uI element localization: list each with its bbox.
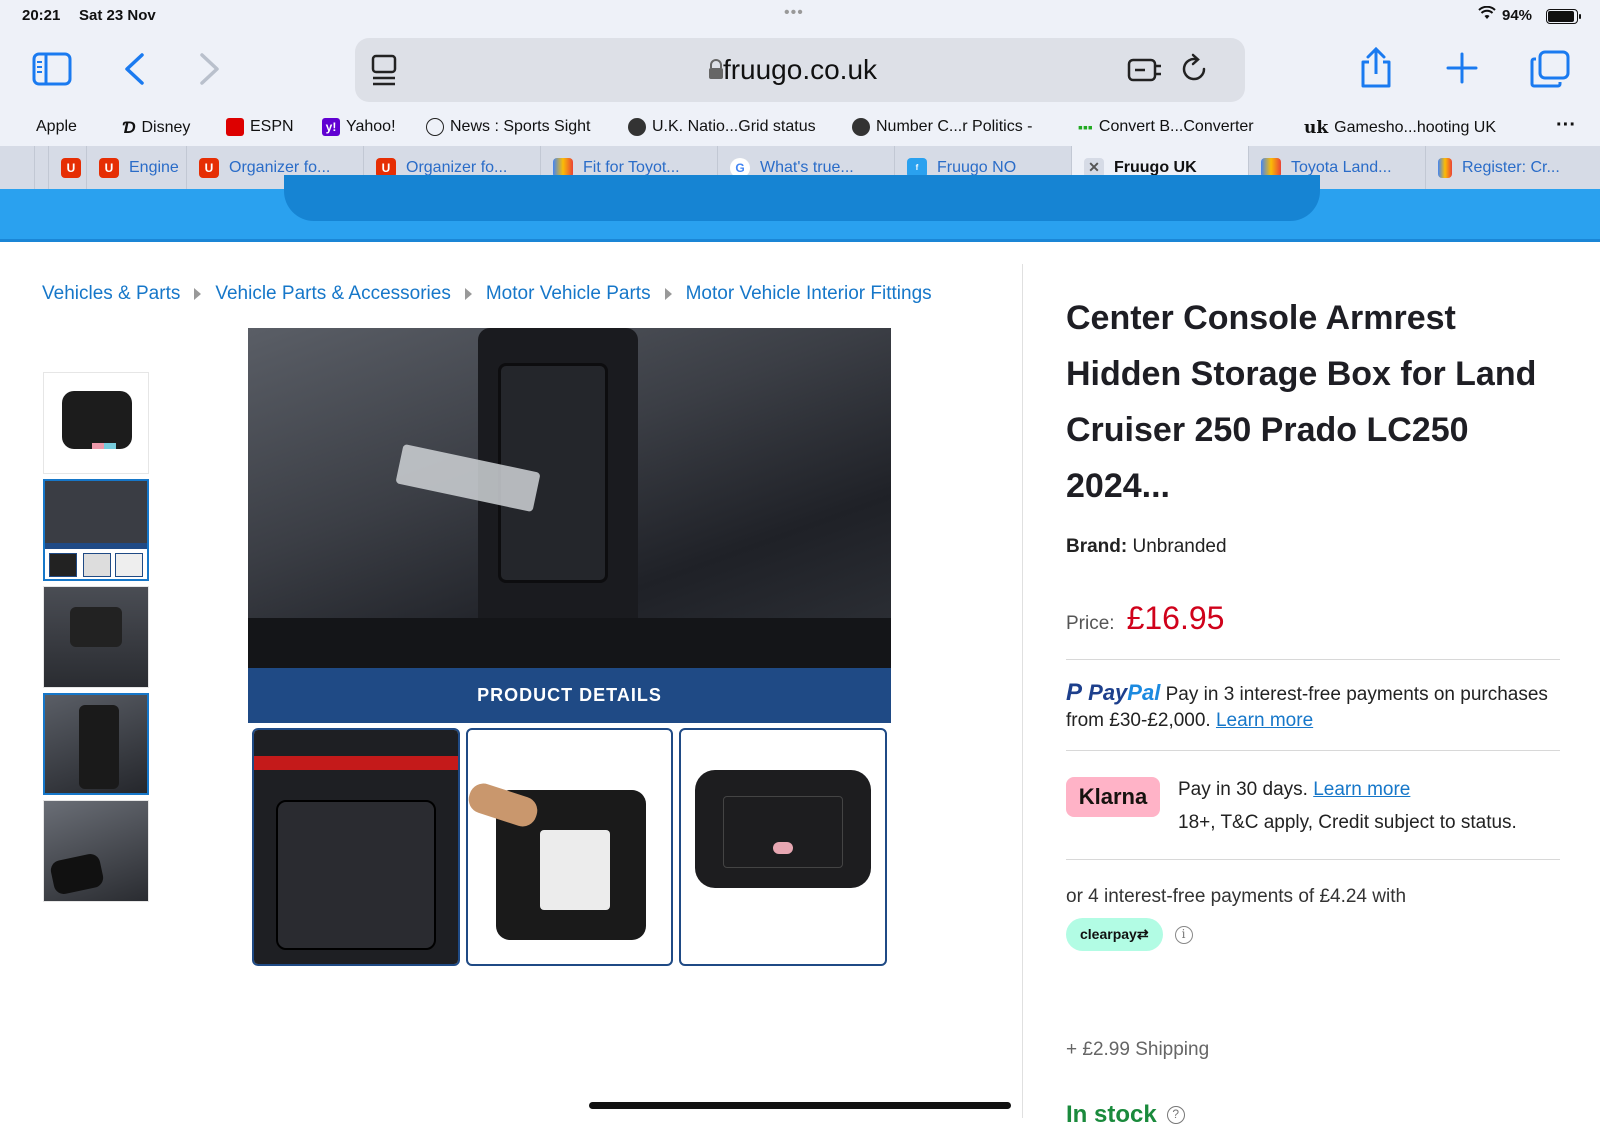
klarna-text: Pay in 30 days. Learn more 18+, T&C appl… <box>1178 779 1517 833</box>
clearpay-text: or 4 interest-free payments of £4.24 wit… <box>1066 886 1407 907</box>
tab-engine[interactable]: U Engine <box>86 146 186 189</box>
site-header <box>0 175 1600 242</box>
breadcrumb-link[interactable]: Vehicles & Parts <box>42 283 180 305</box>
disney-icon: Ɗ <box>122 118 136 137</box>
shipping-cost: + £2.99 Shipping <box>1066 1039 1210 1060</box>
product-main-image[interactable]: PRODUCT DETAILS <box>248 328 891 968</box>
price-row: Price: £16.95 <box>1066 600 1560 637</box>
brand-label: Brand: <box>1066 536 1128 557</box>
clearpay-offer: or 4 interest-free payments of £4.24 wit… <box>1066 860 1560 951</box>
shopping-bag-icon <box>1438 157 1452 178</box>
product-title: Center Console Armrest Hidden Storage Bo… <box>1066 299 1537 505</box>
battery-icon <box>1546 9 1581 24</box>
multitasking-dots-icon[interactable]: ••• <box>784 4 804 22</box>
product-details-banner: PRODUCT DETAILS <box>248 668 891 723</box>
fav-gameshooting[interactable]: uk Gamesho...hooting UK <box>1304 118 1496 138</box>
price-label: Price: <box>1066 613 1115 634</box>
info-icon[interactable]: i <box>1174 925 1193 944</box>
brand-value[interactable]: Unbranded <box>1133 536 1227 557</box>
aliexpress-icon: U <box>61 157 81 178</box>
thumbnail-3[interactable] <box>43 586 149 688</box>
espn-icon <box>226 118 244 136</box>
product-photo <box>248 328 891 668</box>
forward-icon[interactable] <box>198 52 222 86</box>
aliexpress-icon: U <box>99 157 119 178</box>
klarna-logo: Klarna <box>1066 777 1160 817</box>
site-search-bar[interactable] <box>284 175 1320 221</box>
thumbnail-5[interactable] <box>43 800 149 902</box>
product-info: Center Console Armrest Hidden Storage Bo… <box>1066 290 1560 1129</box>
stock-status: In stock ? <box>1066 1101 1560 1129</box>
chevron-right-icon <box>464 288 472 300</box>
reload-icon[interactable] <box>1181 53 1209 85</box>
url-text[interactable]: fruugo.co.uk <box>355 54 1245 86</box>
fav-politics[interactable]: Number C...r Politics - <box>852 118 1032 136</box>
site-icon <box>628 118 646 136</box>
brand-row: Brand: Unbranded <box>1066 536 1560 558</box>
share-icon[interactable] <box>1358 46 1394 90</box>
status-bar: 20:21 Sat 23 Nov ••• 94% <box>0 0 1600 30</box>
globe-icon <box>426 118 444 136</box>
breadcrumb: Vehicles & Parts Vehicle Parts & Accesso… <box>42 283 932 305</box>
tab-register[interactable]: Register: Cr... <box>1425 146 1600 189</box>
thumbnail-list <box>43 372 149 907</box>
thumbnail-4[interactable] <box>43 693 149 795</box>
thumbnail-1[interactable] <box>43 372 149 474</box>
price-value: £16.95 <box>1126 600 1225 636</box>
detail-panel-3 <box>679 728 888 966</box>
breadcrumb-link[interactable]: Vehicle Parts & Accessories <box>215 283 451 305</box>
detail-panel-1 <box>252 728 460 966</box>
fav-news[interactable]: News : Sports Sight <box>426 118 591 136</box>
thumbnail-2[interactable] <box>43 479 149 581</box>
fav-yahoo[interactable]: y! Yahoo! <box>322 118 396 136</box>
tabs-overview-icon[interactable] <box>1530 50 1570 88</box>
address-bar[interactable]: fruugo.co.uk <box>355 38 1245 102</box>
date: Sat 23 Nov <box>79 7 156 24</box>
detail-panel-2 <box>465 728 674 966</box>
extensions-icon[interactable] <box>1127 54 1163 84</box>
column-divider <box>1022 264 1023 1118</box>
fav-espn[interactable]: ESPN <box>226 118 294 136</box>
fav-apple[interactable]: Apple <box>30 118 77 136</box>
paypal-logo: P PayPal <box>1066 679 1161 706</box>
site-icon <box>852 118 870 136</box>
converter-icon: ▪▪▪ <box>1078 119 1093 135</box>
more-favourites-icon[interactable]: ··· <box>1556 114 1576 137</box>
breadcrumb-link[interactable]: Motor Vehicle Interior Fittings <box>686 283 932 305</box>
fav-disney[interactable]: Ɗ Disney <box>122 118 190 138</box>
sidebar-icon[interactable] <box>32 52 72 86</box>
fav-grid-status[interactable]: U.K. Natio...Grid status <box>628 118 816 136</box>
chevron-right-icon <box>664 288 672 300</box>
chevron-right-icon <box>194 288 202 300</box>
breadcrumb-link[interactable]: Motor Vehicle Parts <box>486 283 651 305</box>
clearpay-logo: clearpay⇄ <box>1066 918 1163 951</box>
fav-converter[interactable]: ▪▪▪ Convert B...Converter <box>1078 118 1254 136</box>
wifi-icon <box>1478 6 1496 19</box>
paypal-learn-more-link[interactable]: Learn more <box>1216 710 1313 731</box>
paypal-offer: P PayPal Pay in 3 interest-free payments… <box>1066 660 1560 750</box>
new-tab-icon[interactable] <box>1446 52 1478 84</box>
favourites-bar: Apple Ɗ Disney ESPN y! Yahoo! News : Spo… <box>0 110 1600 146</box>
yahoo-icon: y! <box>322 118 340 136</box>
aliexpress-icon: U <box>199 157 219 178</box>
klarna-offer: Klarna Pay in 30 days. Learn more 18+, T… <box>1066 751 1560 859</box>
tab-edge <box>34 146 35 189</box>
paypal-icon: P <box>1066 679 1083 706</box>
home-indicator[interactable] <box>589 1102 1011 1109</box>
uk-icon: uk <box>1304 118 1329 138</box>
help-icon[interactable]: ? <box>1166 1106 1185 1124</box>
battery-percent: 94% <box>1502 7 1533 24</box>
browser-toolbar: fruugo.co.uk <box>0 30 1600 110</box>
klarna-learn-more-link[interactable]: Learn more <box>1313 779 1410 800</box>
back-icon[interactable] <box>122 52 146 86</box>
detail-panels <box>252 728 888 966</box>
clock: 20:21 <box>22 7 61 24</box>
